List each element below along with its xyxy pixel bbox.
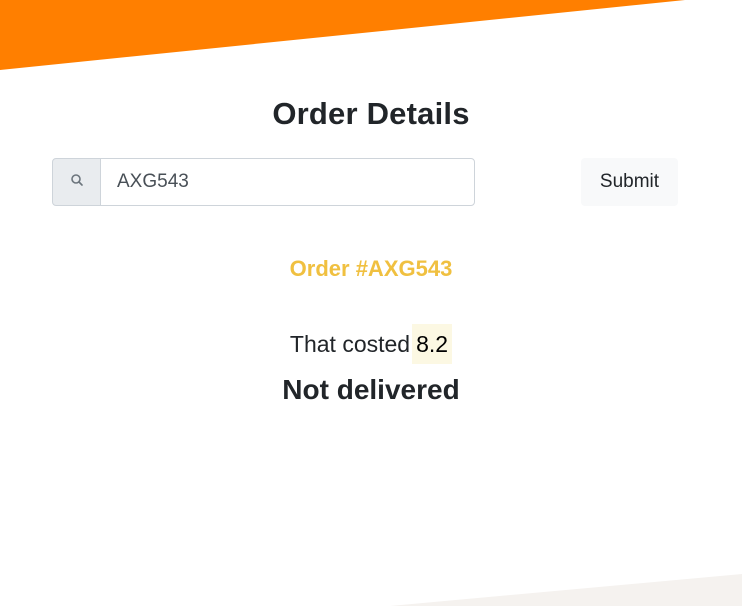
bottom-decorative-wave: [390, 574, 742, 606]
page-title: Order Details: [272, 96, 470, 131]
order-search-input[interactable]: [100, 158, 475, 206]
search-icon: [70, 173, 84, 192]
search-addon: [52, 158, 101, 206]
order-cost-line: That costed 8.2: [0, 324, 742, 364]
delivery-status: Not delivered: [282, 374, 460, 405]
cost-label: That costed: [289, 331, 411, 357]
submit-button[interactable]: Submit: [581, 158, 678, 206]
cost-value: 8.2: [412, 324, 453, 364]
order-number-heading: Order #AXG543: [289, 256, 453, 281]
page: Order Details Submit Order #AXG543 That …: [0, 0, 742, 606]
search-form: Submit: [52, 158, 678, 206]
top-decorative-wave: [0, 0, 685, 70]
